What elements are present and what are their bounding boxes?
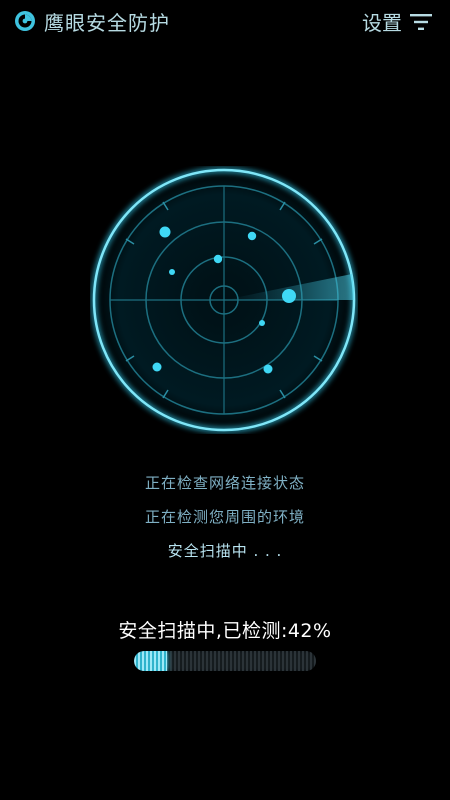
scan-status: 正在检查网络连接状态 正在检测您周围的环境 安全扫描中 . . . bbox=[0, 466, 450, 568]
radar-target bbox=[247, 231, 257, 241]
radar-target bbox=[263, 364, 273, 374]
radar-target bbox=[282, 289, 296, 303]
status-scanning: 安全扫描中 . . . bbox=[167, 542, 283, 560]
radar-target bbox=[159, 226, 171, 238]
radar-target bbox=[152, 362, 162, 372]
radar-scanner bbox=[91, 167, 357, 433]
app-title: 鹰眼安全防护 bbox=[44, 11, 170, 35]
progress-bar bbox=[134, 651, 316, 671]
progress-fill bbox=[134, 651, 167, 671]
settings-label: 设置 bbox=[362, 11, 402, 35]
eye-shield-icon bbox=[15, 11, 35, 31]
status-network: 正在检查网络连接状态 bbox=[144, 474, 305, 492]
radar-target bbox=[213, 254, 223, 264]
app-header: 鹰眼安全防护 设置 bbox=[0, 0, 450, 44]
settings-button[interactable]: 设置 bbox=[362, 7, 432, 36]
progress-label: 安全扫描中,已检测:42% bbox=[118, 620, 332, 642]
filter-icon bbox=[410, 13, 432, 30]
radar-target bbox=[259, 320, 265, 326]
radar-target bbox=[169, 269, 175, 275]
status-environment: 正在检测您周围的环境 bbox=[144, 508, 305, 526]
